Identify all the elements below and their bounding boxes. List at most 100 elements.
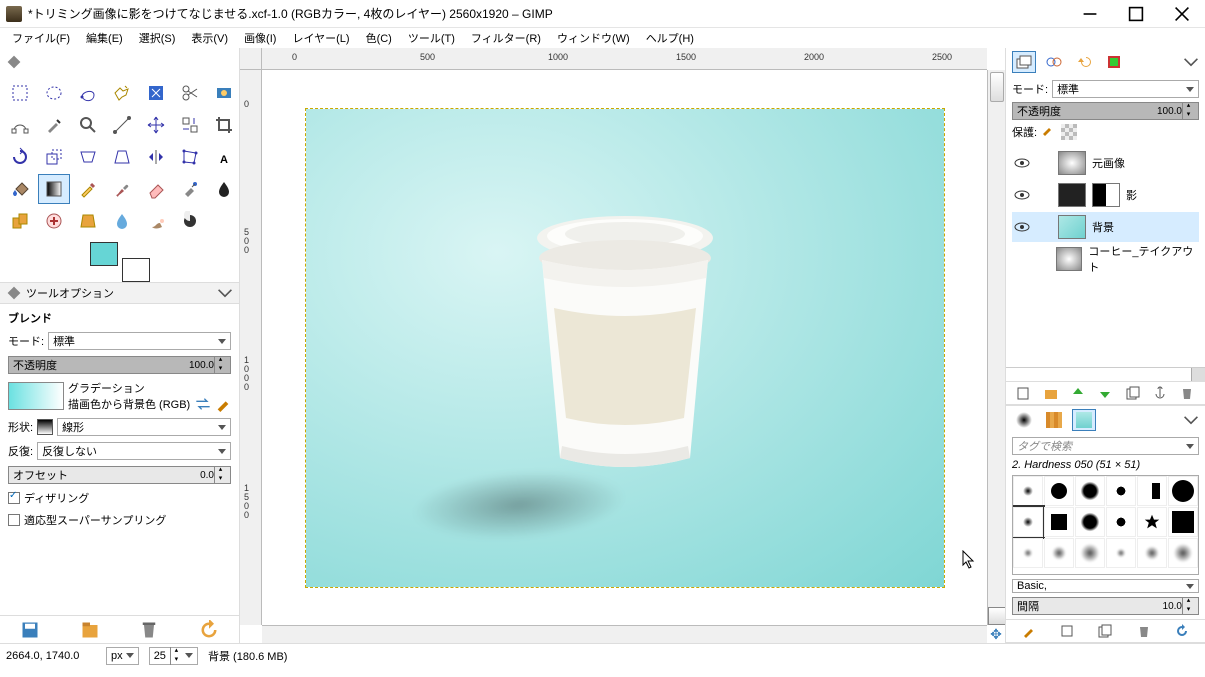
dec-button[interactable]: ▾ [1182, 111, 1194, 120]
brush-cell[interactable] [1137, 476, 1167, 506]
tool-ellipse-select[interactable] [38, 78, 70, 108]
brushes-tab[interactable] [1012, 409, 1036, 431]
menu-tools[interactable]: ツール(T) [400, 28, 463, 48]
ruler-corner[interactable] [240, 48, 262, 70]
inc-button[interactable]: ▴ [1182, 102, 1194, 111]
tool-perspective[interactable] [106, 142, 138, 172]
tool-by-color-select[interactable] [140, 78, 172, 108]
brush-cell[interactable] [1168, 507, 1198, 537]
dock-menu-icon[interactable] [1183, 54, 1199, 70]
duplicate-brush-icon[interactable] [1098, 624, 1112, 638]
viewport[interactable] [262, 70, 987, 625]
inc-button[interactable]: ▴ [214, 466, 226, 475]
brush-cell[interactable] [1075, 538, 1105, 568]
tool-ink[interactable] [208, 174, 240, 204]
brush-cell[interactable] [1168, 538, 1198, 568]
refresh-brush-icon[interactable] [1175, 624, 1189, 638]
tool-eraser[interactable] [140, 174, 172, 204]
save-options-icon[interactable] [20, 620, 40, 640]
delete-brush-icon[interactable] [1137, 624, 1151, 638]
brush-cell[interactable] [1137, 507, 1167, 537]
new-layer-icon[interactable] [1017, 386, 1031, 400]
dock-menu-icon[interactable] [1183, 412, 1199, 428]
eye-icon[interactable] [1014, 187, 1030, 203]
layers-tab[interactable] [1012, 51, 1036, 73]
eye-icon[interactable] [1014, 251, 1029, 267]
inc-button[interactable]: ▴ [170, 647, 182, 656]
patterns-tab[interactable] [1042, 409, 1066, 431]
gradient-preview[interactable] [8, 382, 64, 410]
vertical-scrollbar[interactable] [987, 70, 1005, 625]
menu-view[interactable]: 表示(V) [183, 28, 236, 48]
tool-pencil[interactable] [72, 174, 104, 204]
brush-cell[interactable] [1075, 476, 1105, 506]
dec-button[interactable]: ▾ [170, 656, 182, 665]
restore-options-icon[interactable] [80, 620, 100, 640]
spacing-slider[interactable]: 間隔10.0▴▾ [1012, 597, 1199, 615]
opacity-slider[interactable]: 不透明度 100.0▴▾ [8, 356, 231, 374]
supersample-checkbox[interactable] [8, 514, 20, 526]
tool-blend[interactable] [38, 174, 70, 204]
tool-dodge-burn[interactable] [174, 206, 206, 236]
bg-color-swatch[interactable] [122, 258, 150, 282]
tool-crop[interactable] [208, 110, 240, 140]
brush-cell[interactable] [1075, 507, 1105, 537]
reset-options-icon[interactable] [199, 620, 219, 640]
tool-align[interactable] [174, 110, 206, 140]
delete-options-icon[interactable] [139, 620, 159, 640]
undo-tab[interactable] [1072, 51, 1096, 73]
brush-cell[interactable] [1168, 476, 1198, 506]
tool-blur-sharpen[interactable] [106, 206, 138, 236]
tool-move[interactable] [140, 110, 172, 140]
layer-mask-thumbnail[interactable] [1092, 183, 1120, 207]
layer-thumbnail[interactable] [1058, 151, 1086, 175]
mode-select[interactable]: 標準 [48, 332, 231, 350]
eye-icon[interactable] [1014, 219, 1030, 235]
brush-cell[interactable] [1044, 507, 1074, 537]
tool-measure[interactable] [106, 110, 138, 140]
brush-cell[interactable] [1137, 538, 1167, 568]
brush-cell[interactable] [1106, 538, 1136, 568]
maximize-button[interactable] [1113, 0, 1159, 28]
brush-cell[interactable] [1013, 476, 1043, 506]
tool-perspective-clone[interactable] [72, 206, 104, 236]
tool-fuzzy-select[interactable] [106, 78, 138, 108]
gradient-edit-icon[interactable] [215, 396, 231, 412]
fg-color-swatch[interactable] [90, 242, 118, 266]
dock-menu-icon[interactable] [217, 285, 233, 301]
tool-zoom[interactable] [72, 110, 104, 140]
tool-bucket-fill[interactable] [4, 174, 36, 204]
brush-cell[interactable] [1106, 476, 1136, 506]
tool-rotate[interactable] [4, 142, 36, 172]
brush-search[interactable]: タグで検索 [1012, 437, 1199, 455]
repeat-select[interactable]: 反復しない [37, 442, 231, 460]
brush-preset-select[interactable]: Basic, [1012, 579, 1199, 593]
zoom-select[interactable]: 25▴▾ [149, 647, 198, 665]
navigation-icon[interactable]: ✥ [987, 625, 1005, 643]
tool-airbrush[interactable] [174, 174, 206, 204]
layer-row[interactable]: コーヒー_テイクアウト [1012, 244, 1199, 274]
shape-select[interactable]: 線形 [57, 418, 231, 436]
layer-thumbnail[interactable] [1056, 247, 1082, 271]
paths-tab[interactable] [1102, 51, 1126, 73]
anchor-layer-icon[interactable] [1153, 386, 1167, 400]
eye-icon[interactable] [1014, 155, 1030, 171]
tool-paths[interactable] [4, 110, 36, 140]
layer-row[interactable]: 背景 [1012, 212, 1199, 242]
dec-button[interactable]: ▾ [1182, 606, 1194, 615]
brush-cell[interactable] [1044, 538, 1074, 568]
tool-clone[interactable] [4, 206, 36, 236]
menu-colors[interactable]: 色(C) [358, 28, 400, 48]
delete-layer-icon[interactable] [1180, 386, 1194, 400]
tool-heal[interactable] [38, 206, 70, 236]
lock-pixels-icon[interactable] [1041, 124, 1057, 140]
tool-paintbrush[interactable] [106, 174, 138, 204]
inc-button[interactable]: ▴ [1182, 597, 1194, 606]
gradient-reverse-icon[interactable] [195, 396, 211, 412]
raise-layer-icon[interactable] [1071, 386, 1085, 400]
lock-alpha-icon[interactable] [1061, 124, 1077, 140]
offset-slider[interactable]: オフセット 0.0▴▾ [8, 466, 231, 484]
tool-text[interactable]: A [208, 142, 240, 172]
brush-cell[interactable] [1044, 476, 1074, 506]
tool-scale[interactable] [38, 142, 70, 172]
